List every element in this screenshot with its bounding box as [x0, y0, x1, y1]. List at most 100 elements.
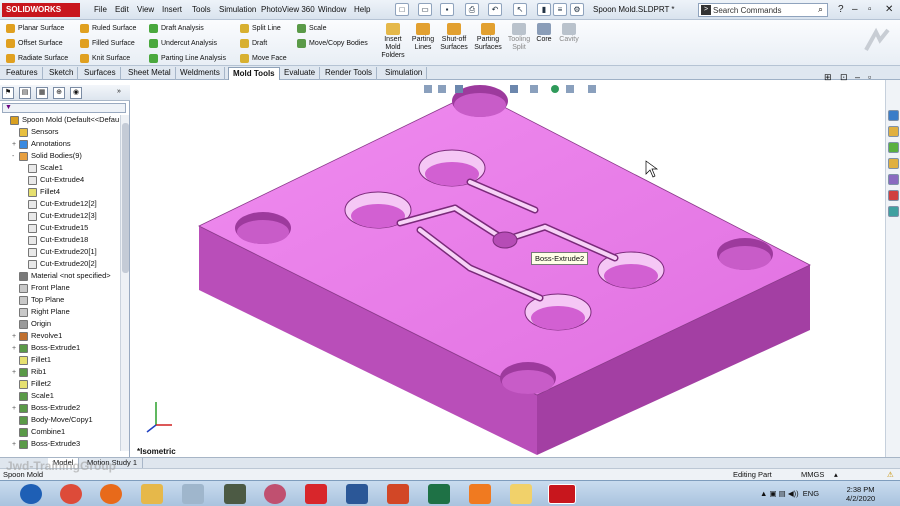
undercut-analysis-button[interactable]: Undercut Analysis: [149, 39, 217, 48]
viewport-tile-icon[interactable]: ⊞: [824, 72, 832, 83]
tree-item[interactable]: + Boss-Extrude3: [0, 438, 120, 450]
feature-tree-icon[interactable]: ⚑: [2, 87, 14, 99]
calculator-icon[interactable]: [182, 484, 204, 504]
tree-item[interactable]: Cut-Extrude20[2]: [0, 258, 120, 270]
tab-features[interactable]: Features: [2, 67, 43, 80]
scrollbar-thumb[interactable]: [122, 123, 129, 273]
file-properties-icon[interactable]: ≡: [553, 3, 567, 16]
word-icon[interactable]: [346, 484, 368, 504]
configuration-manager-icon[interactable]: ▦: [36, 87, 48, 99]
help-question-icon[interactable]: ?: [838, 4, 844, 15]
tree-item[interactable]: + Revolve1: [0, 330, 120, 342]
view-orientation-icon[interactable]: [510, 85, 518, 93]
parting-line-analysis-button[interactable]: Parting Line Analysis: [149, 54, 226, 63]
filled-surface-button[interactable]: Filled Surface: [80, 39, 135, 48]
tooling-split-button[interactable]: Tooling Split: [506, 23, 532, 52]
tree-item[interactable]: + Boss-Extrude2: [0, 402, 120, 414]
menu-simulation[interactable]: Simulation: [219, 5, 256, 14]
display-style-icon[interactable]: [530, 85, 538, 93]
radiate-surface-button[interactable]: Radiate Surface: [6, 54, 68, 63]
internet-explorer-icon[interactable]: [20, 484, 42, 504]
design-library-icon[interactable]: [888, 126, 899, 137]
viewport-split-icon[interactable]: ⊡: [840, 72, 848, 83]
minimize-button[interactable]: –: [852, 4, 858, 15]
chrome-icon[interactable]: [60, 484, 82, 504]
tree-item[interactable]: Top Plane: [0, 294, 120, 306]
appearance-icon[interactable]: [551, 85, 559, 93]
forum-icon[interactable]: [888, 206, 899, 217]
firefox-icon[interactable]: [100, 484, 122, 504]
menu-help[interactable]: Help: [354, 5, 370, 14]
tab-sheet-metal[interactable]: Sheet Metal: [124, 67, 176, 80]
tree-item[interactable]: Cut-Extrude15: [0, 222, 120, 234]
tree-item[interactable]: - Solid Bodies(9): [0, 150, 120, 162]
ruled-surface-button[interactable]: Ruled Surface: [80, 24, 136, 33]
tree-item[interactable]: + Annotations: [0, 138, 120, 150]
tab-render-tools[interactable]: Render Tools: [321, 67, 377, 80]
solidworks-logo[interactable]: SOLIDWORKS: [2, 3, 80, 17]
options-icon[interactable]: ⚙: [570, 3, 584, 16]
status-dropdown-icon[interactable]: ▴: [834, 469, 838, 480]
cavity-button[interactable]: Cavity: [556, 23, 582, 44]
tree-item[interactable]: Origin: [0, 318, 120, 330]
tree-item[interactable]: + Boss-Extrude1: [0, 342, 120, 354]
language-indicator[interactable]: ENG: [803, 489, 819, 498]
tab-sketch[interactable]: Sketch: [45, 67, 79, 80]
solidworks-resources-icon[interactable]: [888, 110, 899, 121]
filter-icon[interactable]: ▼: [2, 103, 126, 113]
tree-item[interactable]: Scale1: [0, 162, 120, 174]
heads-up-view-toolbar[interactable]: [424, 85, 596, 93]
tree-item[interactable]: Cut-Extrude4: [0, 174, 120, 186]
menu-photoview[interactable]: PhotoView 360: [261, 5, 315, 14]
tab-weldments[interactable]: Weldments: [176, 67, 225, 80]
tree-item[interactable]: Spoon Mold (Default<<Defau: [0, 114, 120, 126]
menu-window[interactable]: Window: [318, 5, 346, 14]
app-icon[interactable]: [224, 484, 246, 504]
knit-surface-button[interactable]: Knit Surface: [80, 54, 130, 63]
split-line-button[interactable]: Split Line: [240, 24, 281, 33]
shut-off-surfaces-button[interactable]: Shut-off Surfaces: [438, 23, 470, 52]
pdf-app-icon[interactable]: [469, 484, 491, 504]
search-icon[interactable]: ⌕: [818, 4, 823, 15]
mold-model[interactable]: [131, 80, 885, 457]
restore-button[interactable]: ▫: [868, 4, 872, 15]
parting-lines-button[interactable]: Parting Lines: [410, 23, 436, 52]
zoom-to-fit-icon[interactable]: [424, 85, 432, 93]
graphics-viewport[interactable]: Boss-Extrude2 *Isometric ⊞ ⊡ – ▫: [131, 72, 885, 457]
appearances-icon[interactable]: [888, 174, 899, 185]
clock[interactable]: 2:38 PM 4/2/2020: [846, 485, 875, 503]
expand-panel-icon[interactable]: »: [113, 87, 125, 99]
paint-icon[interactable]: [264, 484, 286, 504]
file-explorer-taskbar-icon[interactable]: [141, 484, 163, 504]
search-input[interactable]: Search Commands: [713, 6, 781, 15]
move-face-button[interactable]: Move Face: [240, 54, 287, 63]
tab-simulation[interactable]: Simulation: [381, 67, 428, 80]
offset-surface-button[interactable]: Offset Surface: [6, 39, 63, 48]
tree-item[interactable]: Sensors: [0, 126, 120, 138]
viewport-restore-icon[interactable]: ▫: [868, 72, 871, 82]
solidworks-taskbar-icon[interactable]: [548, 484, 576, 504]
menu-tools[interactable]: Tools: [192, 5, 211, 14]
draft-analysis-button[interactable]: Draft Analysis: [149, 24, 204, 33]
menu-view[interactable]: View: [137, 5, 154, 14]
folder-taskbar-icon[interactable]: [510, 484, 532, 504]
tree-item[interactable]: Fillet1: [0, 354, 120, 366]
system-tray-icons[interactable]: ▲ ▣ ▤ ◀)) ENG: [760, 489, 819, 498]
tab-surfaces[interactable]: Surfaces: [80, 67, 121, 80]
print-icon[interactable]: ⎙: [465, 3, 479, 16]
move-copy-bodies-button[interactable]: Move/Copy Bodies: [297, 39, 368, 48]
core-button[interactable]: Core: [534, 23, 554, 44]
undo-icon[interactable]: ↶: [488, 3, 502, 16]
tree-item[interactable]: Fillet4: [0, 186, 120, 198]
dimxpert-icon[interactable]: ⊕: [53, 87, 65, 99]
select-arrow-icon[interactable]: ↖: [513, 3, 527, 16]
zoom-area-icon[interactable]: [438, 85, 446, 93]
open-file-icon[interactable]: ▭: [418, 3, 432, 16]
scale-button[interactable]: Scale: [297, 24, 327, 33]
tab-evaluate[interactable]: Evaluate: [280, 67, 321, 80]
tree-item[interactable]: Cut-Extrude12[2]: [0, 198, 120, 210]
menu-edit[interactable]: Edit: [115, 5, 129, 14]
tree-item[interactable]: Front Plane: [0, 282, 120, 294]
unit-system-selector[interactable]: MMGS: [801, 469, 824, 480]
save-icon[interactable]: ▪: [440, 3, 454, 16]
